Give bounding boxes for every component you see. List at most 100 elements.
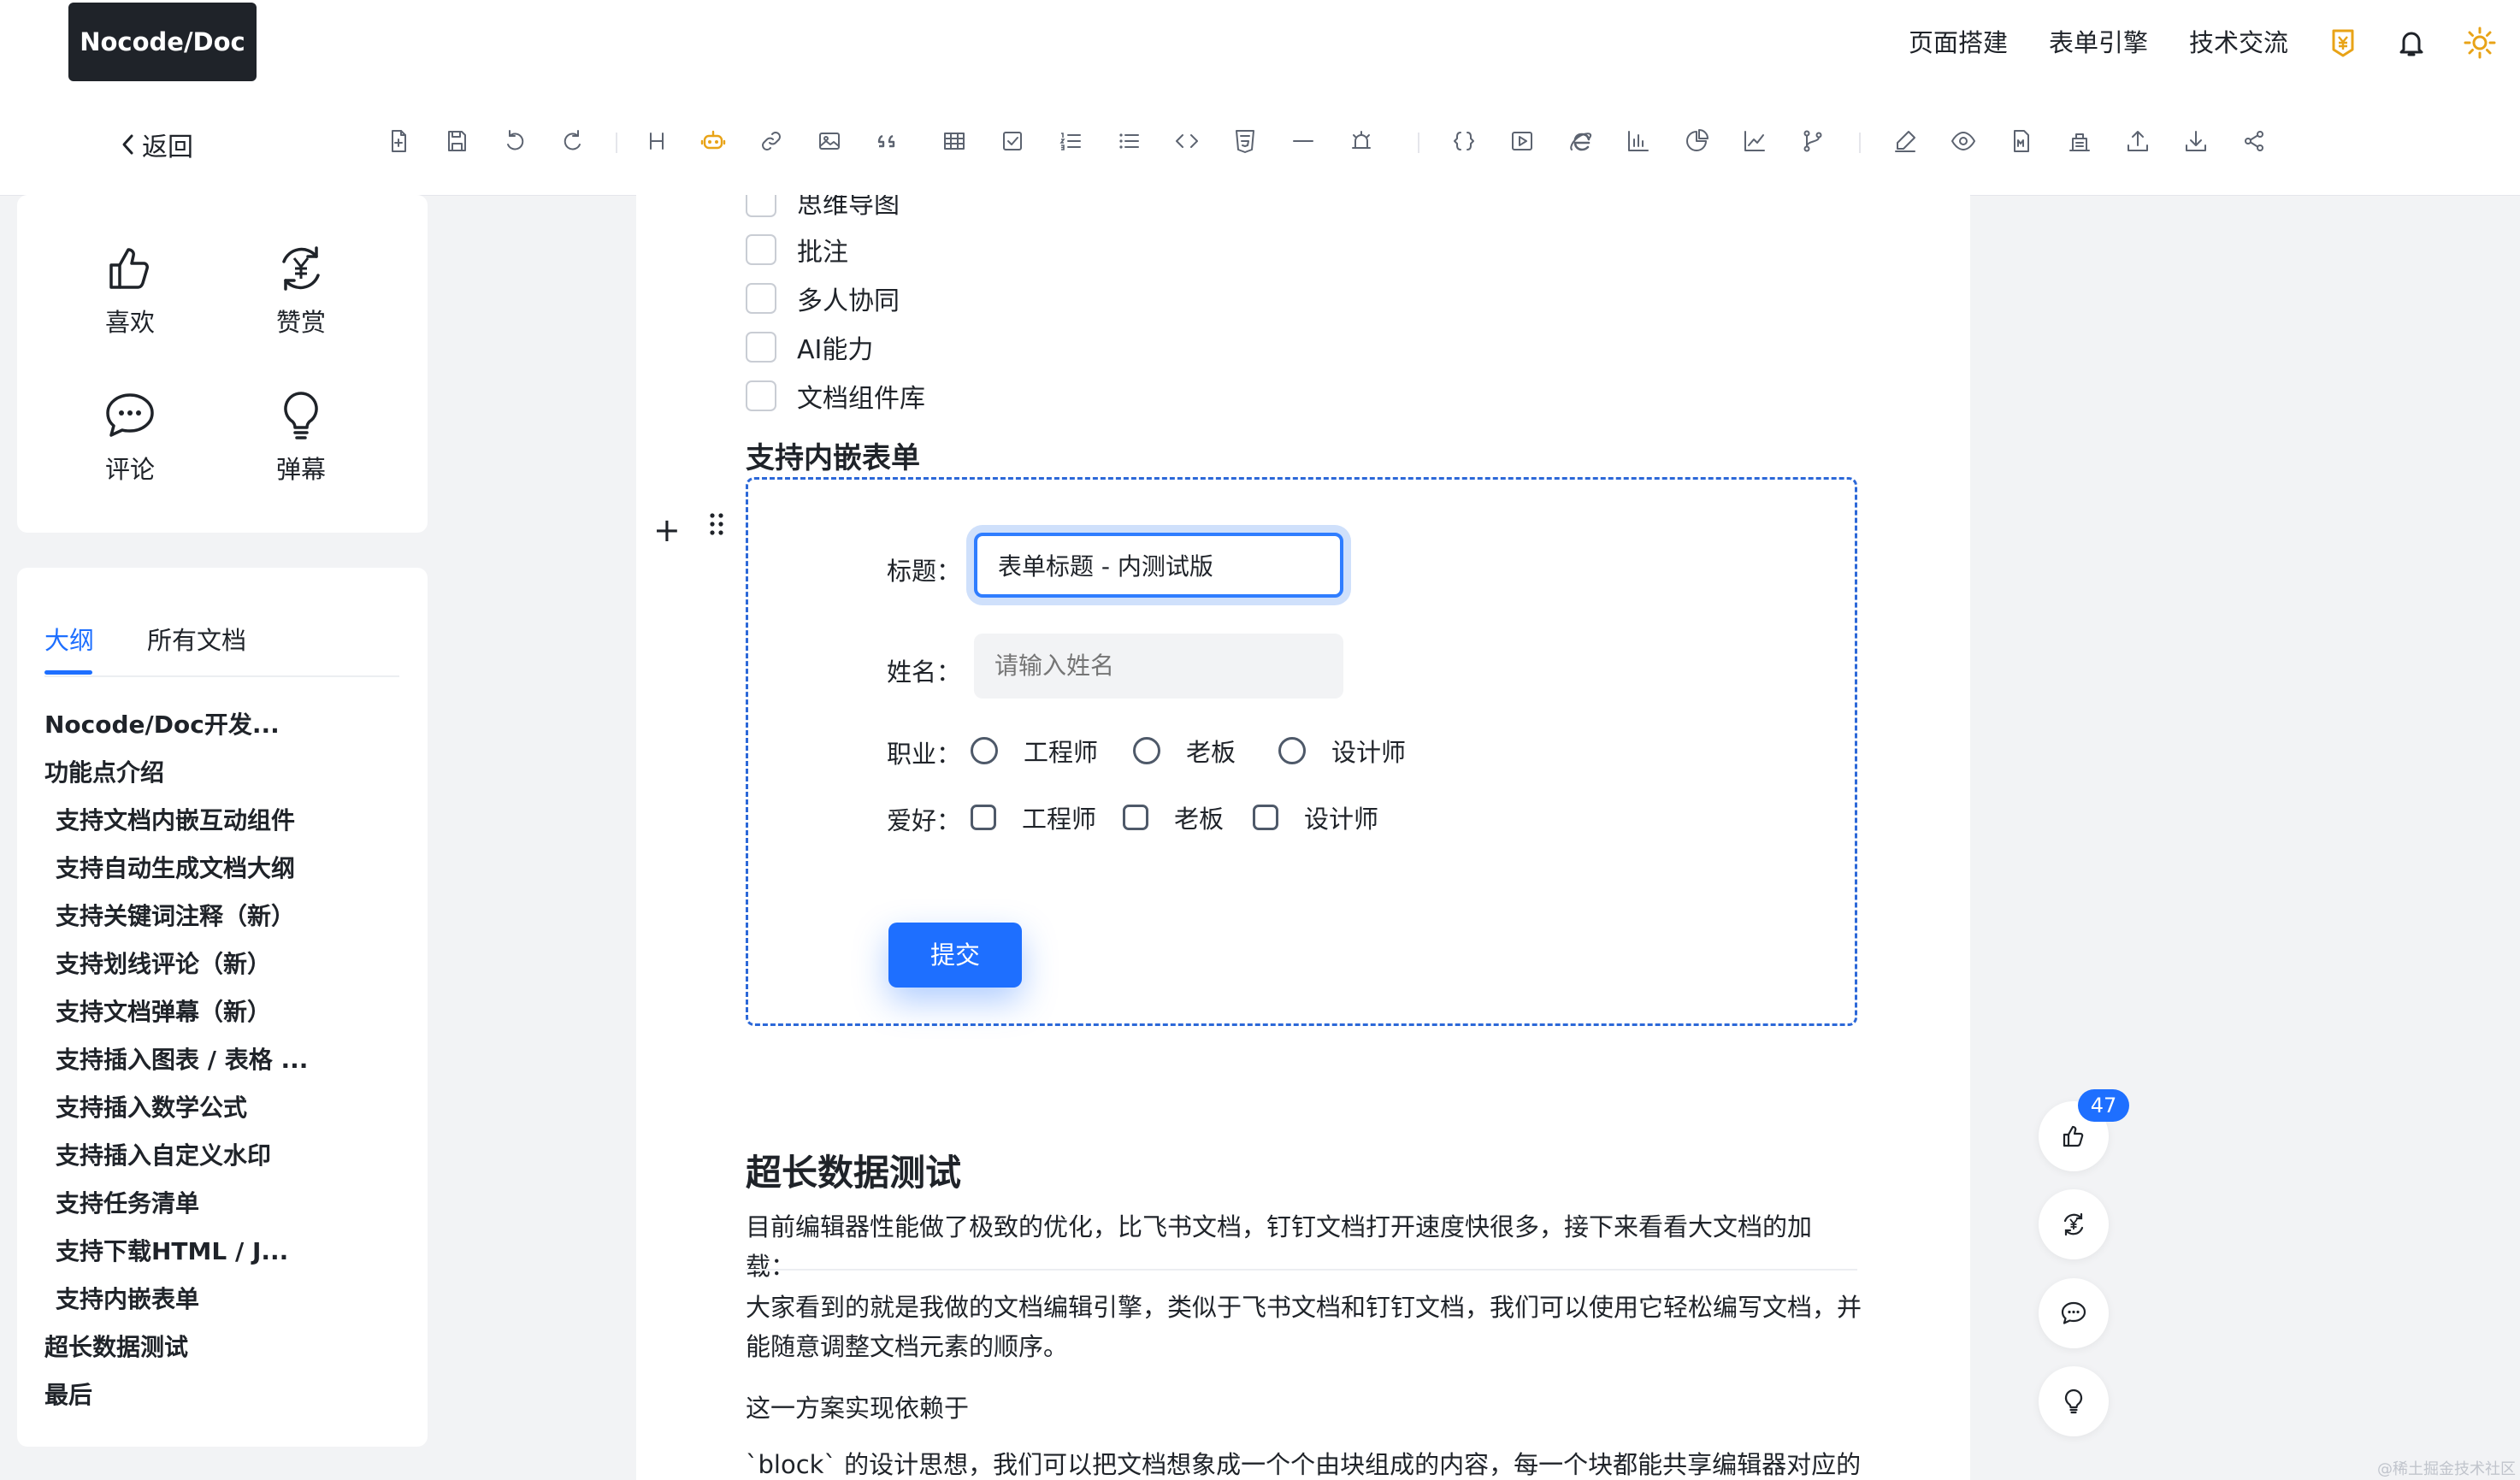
quote-icon[interactable] xyxy=(874,127,901,155)
task-item[interactable]: AI能力 xyxy=(746,328,873,366)
back-button[interactable]: 返回 xyxy=(118,126,193,163)
job-option[interactable]: 老板 xyxy=(1133,733,1236,769)
outline-item[interactable]: 支持任务清单 xyxy=(44,1180,404,1228)
task-checkbox[interactable] xyxy=(746,380,776,411)
table-icon[interactable] xyxy=(941,127,968,155)
outline-tabs: 大纲 所有文档 xyxy=(44,616,399,677)
markdown-icon[interactable] xyxy=(2008,127,2035,155)
share-icon[interactable] xyxy=(2240,127,2268,155)
radio-button[interactable] xyxy=(1133,737,1160,764)
pie-chart-icon[interactable] xyxy=(1683,127,1710,155)
task-item[interactable]: 文档组件库 xyxy=(746,377,925,415)
tab-outline[interactable]: 大纲 xyxy=(44,621,94,657)
outline-item[interactable]: 支持下载HTML / J... xyxy=(44,1228,404,1276)
task-item[interactable]: 多人协同 xyxy=(746,280,900,317)
hobby-option[interactable]: 工程师 xyxy=(971,799,1096,835)
upload-icon[interactable] xyxy=(2124,127,2151,155)
option-label: 老板 xyxy=(1186,738,1236,767)
outline-item[interactable]: 功能点介绍 xyxy=(44,749,404,797)
float-comment-button[interactable] xyxy=(2039,1278,2109,1348)
outline-item[interactable]: 超长数据测试 xyxy=(44,1324,404,1371)
drag-handle-icon[interactable] xyxy=(708,511,725,537)
reward-action[interactable]: 赞赏 xyxy=(241,241,361,339)
task-item[interactable]: 批注 xyxy=(746,231,848,268)
checkbox[interactable] xyxy=(1253,805,1278,830)
paragraph: `block` 的设计思想，我们可以把文档想象成一个个由块组成的内容，每一个块都… xyxy=(746,1450,1862,1479)
outline-item[interactable]: Nocode/Doc开发... xyxy=(44,701,404,749)
radio-button[interactable] xyxy=(971,737,998,764)
title-input[interactable] xyxy=(974,533,1343,598)
task-item[interactable]: 思维导图 xyxy=(746,195,900,221)
nav-tech-exchange[interactable]: 技术交流 xyxy=(2189,24,2288,62)
bullet-list-icon[interactable] xyxy=(1115,127,1142,155)
video-icon[interactable] xyxy=(1508,127,1536,155)
code-icon[interactable] xyxy=(1173,127,1201,155)
template-icon[interactable] xyxy=(2066,127,2093,155)
danmaku-label: 弹幕 xyxy=(275,455,326,484)
outline-item[interactable]: 支持关键词注释（新） xyxy=(44,893,404,940)
sun-icon[interactable] xyxy=(2463,26,2497,60)
name-input[interactable] xyxy=(974,634,1343,699)
job-option[interactable]: 设计师 xyxy=(1278,733,1406,769)
job-option[interactable]: 工程师 xyxy=(971,733,1098,769)
alert-icon[interactable] xyxy=(1348,127,1375,155)
new-doc-icon[interactable] xyxy=(385,127,412,155)
nav-form-engine[interactable]: 表单引擎 xyxy=(2049,24,2148,62)
float-danmaku-button[interactable] xyxy=(2039,1366,2109,1436)
bar-chart-icon[interactable] xyxy=(1625,127,1652,155)
heading-icon[interactable] xyxy=(643,127,670,155)
title-label: 标题： xyxy=(887,557,962,586)
checkbox[interactable] xyxy=(1123,805,1148,830)
outline-item[interactable]: 支持插入图表 / 表格 ... xyxy=(44,1036,404,1084)
divider-icon[interactable] xyxy=(1290,127,1317,155)
job-label: 职业： xyxy=(887,740,962,769)
task-checkbox[interactable] xyxy=(746,283,776,314)
link-icon[interactable] xyxy=(758,127,785,155)
formula-icon[interactable] xyxy=(1450,127,1478,155)
ordered-list-icon[interactable] xyxy=(1057,127,1084,155)
logo[interactable]: Nocode/Doc xyxy=(68,3,257,81)
nav-page-builder[interactable]: 页面搭建 xyxy=(1909,24,2008,62)
outline-item[interactable]: 支持内嵌表单 xyxy=(44,1276,404,1324)
task-checkbox[interactable] xyxy=(746,195,776,217)
chevron-left-icon xyxy=(122,134,133,155)
html-icon[interactable] xyxy=(1231,127,1259,155)
outline-item[interactable]: 最后 xyxy=(44,1371,404,1419)
image-icon[interactable] xyxy=(816,127,843,155)
checkbox[interactable] xyxy=(971,805,996,830)
outline-item[interactable]: 支持文档内嵌互动组件 xyxy=(44,797,404,845)
radio-button[interactable] xyxy=(1278,737,1306,764)
browser-icon[interactable] xyxy=(1567,127,1594,155)
outline-item[interactable]: 支持划线评论（新） xyxy=(44,940,404,988)
branch-icon[interactable] xyxy=(1799,127,1827,155)
undo-icon[interactable] xyxy=(501,127,528,155)
reward-icon xyxy=(274,241,328,296)
redo-icon[interactable] xyxy=(559,127,587,155)
hobby-option[interactable]: 设计师 xyxy=(1253,799,1378,835)
task-checkbox[interactable] xyxy=(746,332,776,363)
outline-item[interactable]: 支持文档弹幕（新） xyxy=(44,988,404,1036)
outline-item[interactable]: 支持插入自定义水印 xyxy=(44,1132,404,1180)
outline-item[interactable]: 支持自动生成文档大纲 xyxy=(44,845,404,893)
danmaku-action[interactable]: 弹幕 xyxy=(241,388,361,486)
lightbulb-icon xyxy=(274,388,328,443)
task-label: 多人协同 xyxy=(797,286,900,316)
outline-item[interactable]: 支持插入数学公式 xyxy=(44,1084,404,1132)
comment-action[interactable]: 评论 xyxy=(70,388,190,486)
line-chart-icon[interactable] xyxy=(1741,127,1768,155)
like-action[interactable]: 喜欢 xyxy=(70,241,190,339)
hobby-option[interactable]: 老板 xyxy=(1123,799,1224,835)
tab-all-docs[interactable]: 所有文档 xyxy=(147,621,246,657)
submit-button[interactable]: 提交 xyxy=(888,923,1022,988)
vip-coin-icon[interactable] xyxy=(2326,26,2360,60)
ai-robot-icon[interactable] xyxy=(699,127,727,155)
float-reward-button[interactable] xyxy=(2039,1189,2109,1259)
preview-icon[interactable] xyxy=(1950,127,1977,155)
task-checkbox[interactable] xyxy=(746,234,776,265)
task-icon[interactable] xyxy=(999,127,1026,155)
save-icon[interactable] xyxy=(443,127,470,155)
add-block-button[interactable]: + xyxy=(653,511,681,549)
download-icon[interactable] xyxy=(2182,127,2210,155)
bell-icon[interactable] xyxy=(2394,26,2429,60)
sign-icon[interactable] xyxy=(1891,127,1919,155)
